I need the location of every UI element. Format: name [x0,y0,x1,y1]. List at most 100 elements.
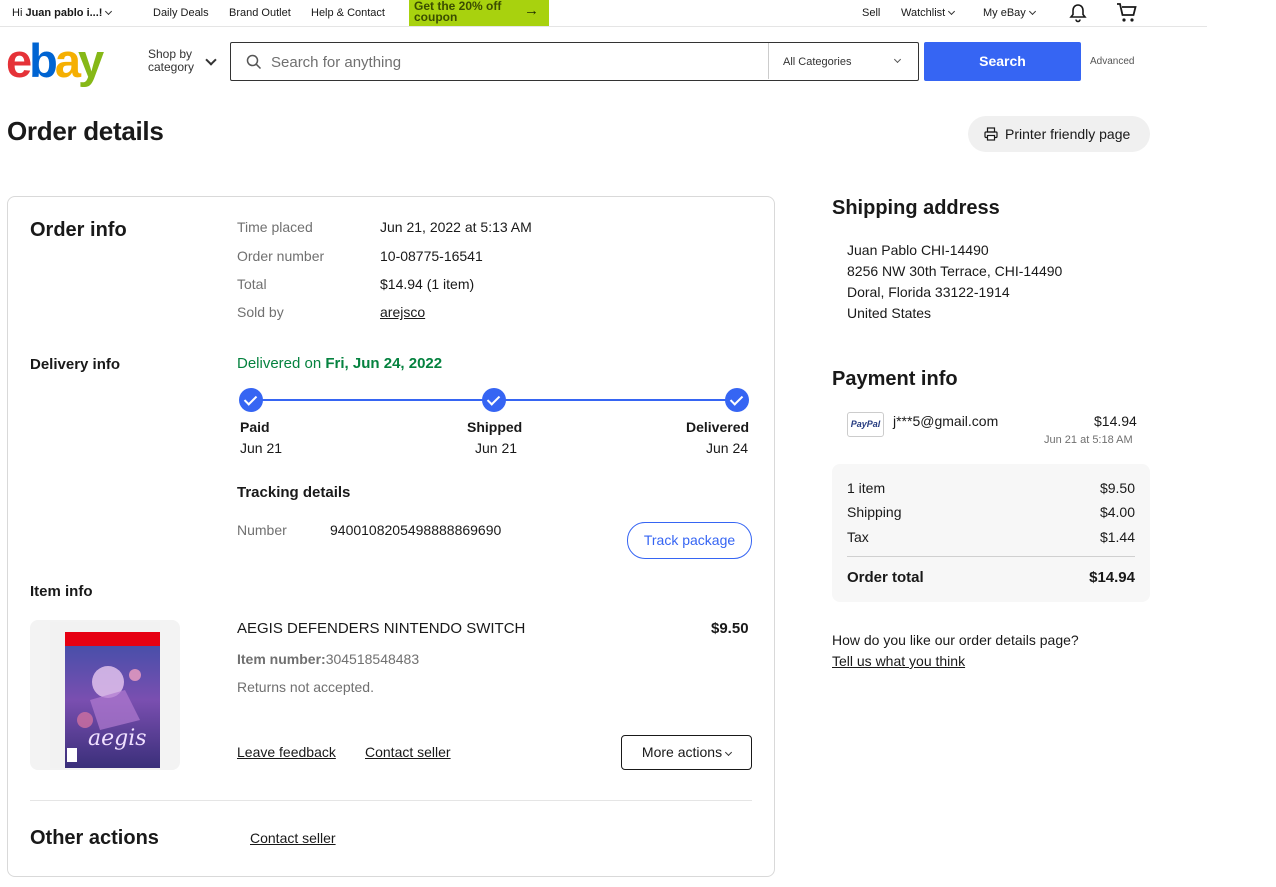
search-input[interactable] [271,51,761,73]
other-actions-heading: Other actions [30,827,159,849]
bell-icon[interactable] [1068,3,1088,26]
order-number-value: 10-08775-16541 [380,248,483,264]
address-line: United States [847,305,932,321]
delivery-date: Fri, Jun 24, 2022 [325,355,443,372]
chevron-down-icon [893,55,902,64]
advanced-search-link[interactable]: Advanced [1090,56,1134,67]
printer-icon [984,127,998,141]
item-price: $9.50 [711,620,749,637]
feedback-link[interactable]: Tell us what you think [832,653,965,669]
cover-logo-text: aegis [88,726,147,751]
other-contact-seller-link[interactable]: Contact seller [250,830,336,846]
my-ebay-label: My eBay [983,7,1026,19]
check-icon [482,388,506,412]
promo-banner[interactable]: Get the 20% off coupon → [409,0,549,26]
payment-date: Jun 21 at 5:18 AM [1044,434,1133,446]
chevron-down-icon [105,7,113,16]
divider [30,800,752,801]
brand-outlet-link[interactable]: Brand Outlet [229,7,291,19]
payment-account: j***5@gmail.com [893,413,999,429]
sold-by-label: Sold by [237,304,284,320]
game-cover-image: aegis [50,622,160,768]
leave-feedback-link[interactable]: Leave feedback [237,744,336,760]
step-paid-label: Paid [240,419,270,435]
order-total-label: Order total [847,569,924,586]
contact-seller-link[interactable]: Contact seller [365,744,451,760]
sell-link[interactable]: Sell [862,7,880,19]
chevron-down-icon [725,748,733,757]
progress-line [262,399,484,401]
summary-value: $9.50 [1099,480,1135,496]
delivery-status-prefix: Delivered on [237,355,326,372]
user-greeting[interactable]: Hi Juan pablo i...! [12,7,113,19]
total-value: $14.94 (1 item) [380,276,475,292]
order-number-label: Order number [237,248,325,264]
step-paid-date: Jun 21 [240,440,283,456]
shop-by-category[interactable]: Shop by category [148,48,194,74]
order-total-row: Order total $14.94 [847,569,1135,586]
returns-policy: Returns not accepted. [237,679,374,695]
user-name: Juan pablo i...! [25,7,103,19]
page-title: Order details [7,116,164,146]
category-select[interactable]: All Categories [768,43,918,79]
order-summary: 1 item $9.50 Shipping $4.00 Tax $1.44 Order… [832,464,1150,602]
step-delivered-date: Jun 24 [706,440,749,456]
item-number-label: Item number: [237,651,326,667]
step-delivered-label: Delivered [686,419,750,435]
seller-link[interactable]: arejsco [380,304,425,320]
order-total-value: $14.94 [1089,569,1135,586]
summary-value: $1.44 [1099,529,1135,545]
summary-label: 1 item [847,480,886,496]
my-ebay-menu[interactable]: My eBay [983,7,1036,19]
ebay-logo[interactable]: ebay [6,34,104,87]
chevron-down-icon [1028,7,1036,16]
greeting-prefix: Hi [12,7,26,19]
help-contact-link[interactable]: Help & Contact [311,7,385,19]
chevron-down-icon[interactable] [205,54,217,66]
printer-friendly-label: Printer friendly page [1005,126,1131,142]
summary-row: 1 item $9.50 [847,480,1135,496]
order-info-heading: Order info [30,219,127,241]
tracking-number-value: 9400108205498888869690 [330,522,502,538]
delivery-status: Delivered on Fri, Jun 24, 2022 [237,355,442,372]
summary-row: Tax $1.44 [847,529,1135,545]
logo-letter: e [6,34,32,87]
summary-label: Shipping [847,504,902,520]
paypal-icon: PayPal [847,412,884,437]
progress-line [505,399,726,401]
total-label: Total [237,276,267,292]
item-number: Item number:304518548483 [237,651,419,667]
address-line: Juan Pablo CHI-14490 [847,242,989,258]
search-icon [246,54,262,70]
daily-deals-link[interactable]: Daily Deals [153,7,209,19]
chevron-down-icon [948,7,956,16]
item-thumbnail[interactable]: aegis [30,620,180,770]
watchlist-label: Watchlist [901,7,946,19]
check-icon [239,388,263,412]
item-title[interactable]: AEGIS DEFENDERS NINTENDO SWITCH [237,620,525,637]
category-select-value: All Categories [783,56,852,68]
arrow-right-icon: → [524,2,539,19]
shipping-address-heading: Shipping address [832,197,1000,219]
search-bar: All Categories [230,42,919,81]
summary-value: $4.00 [1099,504,1135,520]
watchlist-menu[interactable]: Watchlist [901,7,956,19]
logo-letter: a [54,34,81,87]
logo-letter: y [78,34,104,87]
search-button[interactable]: Search [924,42,1081,81]
more-actions-button[interactable]: More actions [621,735,752,770]
feedback-question: How do you like our order details page? [832,632,1079,648]
payment-info-heading: Payment info [832,368,958,390]
printer-friendly-button[interactable]: Printer friendly page [968,116,1150,152]
more-actions-label: More actions [641,744,723,760]
logo-letter: b [29,34,58,87]
top-nav: Hi Juan pablo i...! Daily Deals Brand Ou… [0,0,1207,27]
payment-amount: $14.94 [1094,413,1137,429]
shop-by-line-2: category [148,60,195,74]
summary-label: Tax [847,529,869,545]
time-placed-label: Time placed [237,219,313,235]
track-package-button[interactable]: Track package [627,522,752,559]
cart-icon[interactable] [1116,2,1138,27]
divider [847,556,1135,557]
tracking-number-label: Number [237,522,287,538]
